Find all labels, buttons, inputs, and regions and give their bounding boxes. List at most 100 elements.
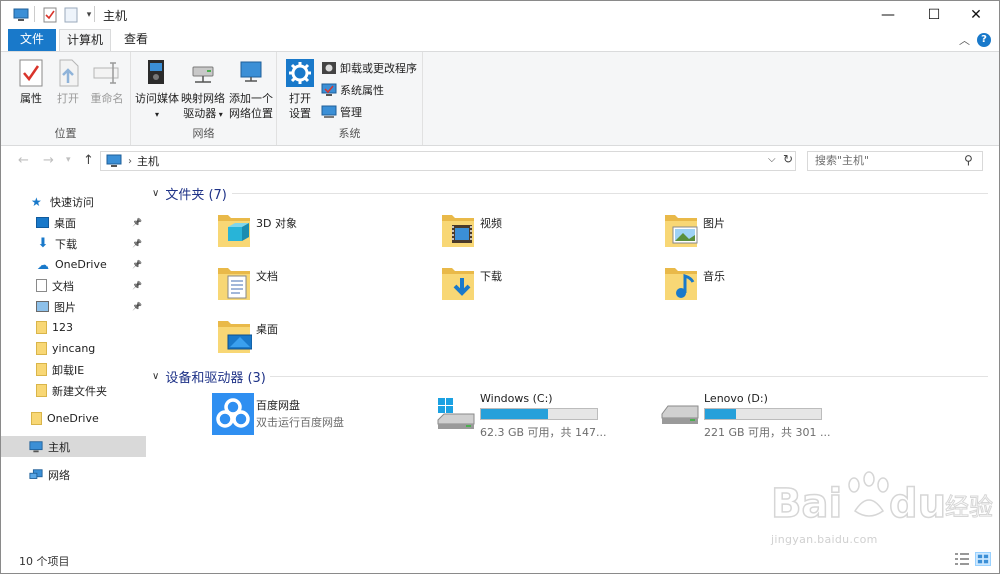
search-input[interactable]: 搜索"主机" <box>807 151 983 171</box>
item-count: 10 个项目 <box>19 555 70 568</box>
sidebar-item-6[interactable]: 123 <box>1 317 146 338</box>
large-icons-view-icon[interactable] <box>975 552 991 566</box>
open-settings-label-1: 打开 <box>289 92 311 105</box>
devices-section-header[interactable]: ∨ 设备和驱动器 (3) <box>152 366 988 386</box>
tab-view[interactable]: 查看 <box>114 29 158 51</box>
new-folder-quick-icon[interactable] <box>63 7 79 23</box>
add-location-label-1: 添加一个 <box>229 92 273 105</box>
folder-item[interactable]: 下载 <box>440 262 640 306</box>
sidebar-item-3[interactable]: ☁ OneDrive 📌 <box>1 254 146 275</box>
sidebar-item-4[interactable]: 文档 📌 <box>1 275 146 296</box>
star-icon: ★ <box>31 194 42 209</box>
3d-objects-icon <box>218 215 250 247</box>
pin-icon[interactable]: 📌 <box>132 281 142 290</box>
sidebar-item-label: 新建文件夹 <box>52 384 107 398</box>
folder-icon <box>36 363 47 376</box>
picture-icon <box>36 301 49 312</box>
manage-button[interactable]: 管理 <box>321 102 362 122</box>
properties-quick-icon[interactable] <box>42 7 58 23</box>
search-icon[interactable]: ⚲ <box>964 153 973 167</box>
map-network-drive-button[interactable]: 映射网络 驱动器 ▾ <box>179 57 227 122</box>
sidebar-item-1[interactable]: 桌面 📌 <box>1 212 146 233</box>
network-icon <box>29 468 43 479</box>
sidebar-item-label: 主机 <box>48 440 70 454</box>
pin-icon[interactable]: 📌 <box>132 302 142 311</box>
access-media-button[interactable]: 访问媒体 ▾ <box>135 57 179 122</box>
uninstall-program-button[interactable]: 卸载或更改程序 <box>321 58 417 78</box>
rename-label: 重命名 <box>90 92 124 105</box>
address-dropdown-icon[interactable]: ⌵ <box>768 154 776 165</box>
folder-item[interactable]: 3D 对象 <box>216 209 416 253</box>
folder-item[interactable]: 视频 <box>440 209 640 253</box>
drive-d[interactable]: Lenovo (D:) 221 GB 可用，共 301 ... <box>660 392 870 440</box>
add-network-location-button[interactable]: 添加一个 网络位置 <box>227 57 275 121</box>
rename-icon <box>93 62 119 84</box>
folder-item[interactable]: 桌面 <box>216 315 416 359</box>
baidu-paw-logo: Bai du 经验 <box>770 471 994 528</box>
sidebar-item-label: 文档 <box>52 279 74 293</box>
svg-text:Bai: Bai <box>771 481 842 527</box>
address-bar[interactable]: › 主机 <box>100 151 796 171</box>
pin-icon[interactable]: 📌 <box>132 218 142 227</box>
sidebar-item-8[interactable]: 卸载IE <box>1 359 146 380</box>
drive-c[interactable]: Windows (C:) 62.3 GB 可用，共 147... <box>436 392 646 440</box>
dropdown-arrow-icon: ▾ <box>216 110 223 119</box>
computer-icon <box>29 440 43 452</box>
collapse-ribbon-icon[interactable]: ︿ <box>959 32 970 48</box>
folder-label: 图片 <box>703 217 725 230</box>
group-location-label: 位置 <box>54 127 77 140</box>
back-button[interactable]: ← <box>18 153 29 168</box>
baidu-netdisk-item[interactable]: 百度网盘 双击运行百度网盘 <box>212 393 422 441</box>
pin-icon[interactable]: 📌 <box>132 260 142 269</box>
maximize-button[interactable]: ☐ <box>911 1 957 29</box>
tab-file[interactable]: 文件 <box>8 29 56 51</box>
status-bar: 10 个项目 <box>1 549 999 573</box>
pin-icon[interactable]: 📌 <box>132 239 142 248</box>
sidebar-item-onedrive[interactable]: OneDrive <box>1 408 146 429</box>
folder-item[interactable]: 图片 <box>663 209 863 253</box>
details-view-icon[interactable] <box>954 552 970 566</box>
close-button[interactable]: ✕ <box>953 1 999 29</box>
chevron-down-icon: ∨ <box>152 187 160 199</box>
open-settings-button[interactable]: 打开 设置 <box>283 57 317 121</box>
forward-button[interactable]: → <box>43 153 54 168</box>
download-folder-icon <box>442 268 474 300</box>
desktop-folder-icon <box>218 321 252 353</box>
sidebar-item-2[interactable]: ⬇ 下载 📌 <box>1 233 146 254</box>
breadcrumb-this-pc[interactable]: 主机 <box>137 153 159 169</box>
sidebar-item-network[interactable]: 网络 <box>1 464 146 485</box>
sidebar-item-label: 图片 <box>54 300 76 314</box>
minimize-button[interactable]: — <box>865 1 911 29</box>
sidebar-item-label: 123 <box>52 321 73 334</box>
baidu-netdisk-icon <box>212 393 254 435</box>
sidebar-item-9[interactable]: 新建文件夹 <box>1 380 146 401</box>
tab-computer[interactable]: 计算机 <box>59 29 111 52</box>
svg-text:du: du <box>889 481 946 527</box>
computer-icon[interactable] <box>13 7 29 23</box>
sidebar-quick-access[interactable]: ★ 快速访问 <box>1 191 146 212</box>
sidebar-item-5[interactable]: 图片 📌 <box>1 296 146 317</box>
open-icon <box>59 59 79 87</box>
folders-section-header[interactable]: ∨ 文件夹 (7) <box>152 183 988 203</box>
toolbar-separator <box>94 6 95 22</box>
folder-icon <box>36 342 47 355</box>
rename-button[interactable]: 重命名 <box>87 57 127 106</box>
open-button[interactable]: 打开 <box>51 57 85 106</box>
map-drive-label-1: 映射网络 <box>181 92 225 105</box>
properties-button[interactable]: 属性 <box>13 57 49 106</box>
sidebar-item-this-pc[interactable]: 主机 <box>1 436 146 457</box>
group-network-label: 网络 <box>192 127 215 140</box>
sidebar-item-label: 卸载IE <box>52 363 85 377</box>
folder-item[interactable]: 音乐 <box>663 262 863 306</box>
baidu-name: 百度网盘 <box>256 399 300 412</box>
up-button[interactable]: ↑ <box>83 153 94 168</box>
recent-locations-button[interactable]: ▾ <box>66 155 71 165</box>
sidebar-item-label: 桌面 <box>54 216 76 230</box>
system-properties-button[interactable]: 系统属性 <box>321 80 384 100</box>
sidebar-item-7[interactable]: yincang <box>1 338 146 359</box>
folder-item[interactable]: 文档 <box>216 262 416 306</box>
help-icon[interactable]: ? <box>977 33 991 47</box>
folder-icon <box>36 321 47 334</box>
refresh-icon[interactable]: ↻ <box>783 152 793 166</box>
breadcrumb-chevron-icon: › <box>128 155 132 167</box>
